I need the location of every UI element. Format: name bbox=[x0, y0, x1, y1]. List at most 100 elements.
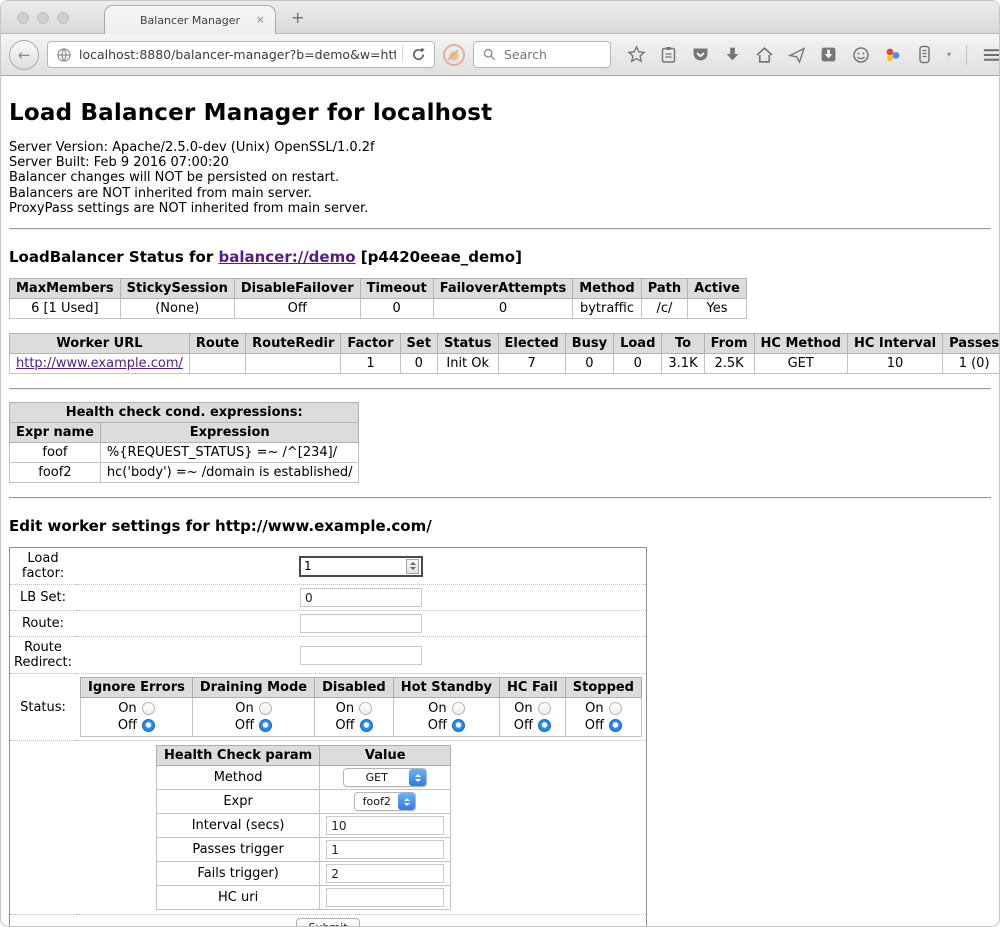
column-header: FailoverAttempts bbox=[433, 279, 573, 299]
cell-hc-method: GET bbox=[754, 354, 847, 374]
hc-fails-input[interactable] bbox=[326, 864, 444, 883]
search-input[interactable] bbox=[504, 47, 594, 62]
tab-close-icon[interactable]: × bbox=[256, 14, 265, 25]
cell-load: 0 bbox=[614, 354, 662, 374]
hc-fails-label: Fails trigger) bbox=[157, 862, 320, 886]
zoom-window-button[interactable] bbox=[57, 12, 69, 24]
column-header: Expr name bbox=[10, 423, 101, 443]
balancer-demo-link[interactable]: balancer://demo bbox=[218, 248, 355, 266]
downloads-icon[interactable] bbox=[723, 45, 742, 64]
radio-disabled-off[interactable] bbox=[360, 719, 373, 732]
hc-passes-input[interactable] bbox=[326, 840, 444, 859]
radio-draining-mode-on[interactable] bbox=[259, 702, 272, 715]
cell-expr-name: foof bbox=[10, 443, 101, 463]
menu-hamburger-icon[interactable] bbox=[982, 45, 1000, 64]
radio-hot-standby-off[interactable] bbox=[452, 719, 465, 732]
pocket-icon[interactable] bbox=[691, 45, 710, 64]
tab-balancer-manager[interactable]: Balancer Manager × bbox=[104, 5, 276, 34]
on-label: On bbox=[235, 700, 253, 717]
form-row-route-redirect: Route Redirect: bbox=[10, 637, 647, 674]
status-radio-row: On Off On Off On Off bbox=[81, 698, 642, 737]
route-redirect-input[interactable] bbox=[300, 646, 422, 665]
status-table: Ignore Errors Draining Mode Disabled Hot… bbox=[80, 677, 642, 737]
table-row: foof %{REQUEST_STATUS} =~ /^[234]/ bbox=[10, 443, 359, 463]
palette-addon-icon[interactable] bbox=[883, 45, 902, 64]
chevron-down-icon[interactable]: ▾ bbox=[947, 50, 951, 59]
bookmark-star-icon[interactable] bbox=[627, 45, 646, 64]
tab-title: Balancer Manager bbox=[140, 14, 240, 27]
hc-method-row: Method GET bbox=[157, 766, 451, 790]
radio-hot-standby-on[interactable] bbox=[452, 702, 465, 715]
route-input[interactable] bbox=[300, 614, 422, 633]
column-header: Method bbox=[573, 279, 641, 299]
search-bar[interactable] bbox=[473, 41, 611, 68]
table-row: 6 [1 Used] (None) Off 0 0 bytraffic /c/ … bbox=[10, 299, 747, 319]
proxypass-note-line: ProxyPass settings are NOT inherited fro… bbox=[9, 201, 991, 216]
form-row-submit: Submit bbox=[10, 915, 647, 927]
radio-ignore-errors-on[interactable] bbox=[142, 702, 155, 715]
url-bar[interactable] bbox=[47, 41, 435, 68]
lb-set-input[interactable] bbox=[300, 588, 422, 607]
radio-ignore-errors-off[interactable] bbox=[142, 719, 155, 732]
worker-url-link[interactable]: http://www.example.com/ bbox=[16, 356, 183, 371]
radio-hc-fail-on[interactable] bbox=[538, 702, 551, 715]
home-icon[interactable] bbox=[755, 45, 774, 64]
search-icon bbox=[480, 45, 499, 64]
hc-interval-input[interactable] bbox=[326, 816, 444, 835]
hc-expr-title: Health check cond. expressions: bbox=[10, 403, 359, 423]
url-input[interactable] bbox=[79, 47, 396, 62]
cell-route bbox=[189, 354, 245, 374]
hc-method-select[interactable]: GET bbox=[343, 768, 427, 787]
column-header: Worker URL bbox=[10, 334, 190, 354]
radio-disabled-on[interactable] bbox=[359, 702, 372, 715]
back-button[interactable]: ← bbox=[9, 40, 39, 70]
screenshot-icon[interactable] bbox=[819, 45, 838, 64]
table-title-row: Health check cond. expressions: bbox=[10, 403, 359, 423]
off-label: Off bbox=[235, 717, 254, 734]
radio-stopped-on[interactable] bbox=[609, 702, 622, 715]
window-controls bbox=[17, 12, 69, 24]
column-header: Hot Standby bbox=[393, 678, 499, 698]
reading-list-icon[interactable] bbox=[659, 45, 678, 64]
form-row-lb-set: LB Set: bbox=[10, 585, 647, 611]
form-row-health-check: Health Check param Value Method GET bbox=[10, 741, 647, 915]
container-addon-icon[interactable] bbox=[915, 45, 934, 64]
load-factor-field-wrap bbox=[299, 556, 423, 577]
hc-interval-label: Interval (secs) bbox=[157, 814, 320, 838]
server-version-line: Server Version: Apache/2.5.0-dev (Unix) … bbox=[9, 140, 991, 155]
number-spinner-icon[interactable] bbox=[406, 559, 419, 574]
cell-maxmembers: 6 [1 Used] bbox=[10, 299, 121, 319]
close-window-button[interactable] bbox=[17, 12, 29, 24]
balancer-status-table: MaxMembers StickySession DisableFailover… bbox=[9, 278, 747, 319]
load-factor-input[interactable] bbox=[301, 559, 406, 573]
minimize-window-button[interactable] bbox=[37, 12, 49, 24]
status-label: Status: bbox=[10, 674, 77, 741]
selected-option: foof2 bbox=[355, 795, 398, 808]
worker-status-table: Worker URL Route RouteRedir Factor Set S… bbox=[9, 333, 1000, 374]
select-stepper-icon bbox=[398, 793, 415, 810]
forum-smiley-icon[interactable] bbox=[851, 45, 870, 64]
status-hot-standby-cell: On Off bbox=[393, 698, 499, 737]
hc-fails-row: Fails trigger) bbox=[157, 862, 451, 886]
heading-prefix: LoadBalancer Status for bbox=[9, 248, 218, 266]
radio-stopped-off[interactable] bbox=[609, 719, 622, 732]
divider bbox=[9, 497, 991, 499]
block-content-icon[interactable] bbox=[443, 44, 465, 66]
on-label: On bbox=[118, 700, 136, 717]
health-check-expressions-table: Health check cond. expressions: Expr nam… bbox=[9, 402, 359, 483]
status-stopped-cell: On Off bbox=[565, 698, 641, 737]
reload-icon[interactable] bbox=[409, 45, 428, 64]
radio-hc-fail-off[interactable] bbox=[538, 719, 551, 732]
divider bbox=[9, 388, 991, 390]
hc-uri-input[interactable] bbox=[326, 888, 444, 907]
hc-expr-select[interactable]: foof2 bbox=[354, 792, 416, 811]
send-tab-icon[interactable] bbox=[787, 45, 806, 64]
off-label: Off bbox=[335, 717, 354, 734]
new-tab-button[interactable]: + bbox=[291, 8, 304, 27]
column-header: Route bbox=[189, 334, 245, 354]
hc-passes-label: Passes trigger bbox=[157, 838, 320, 862]
column-header: Ignore Errors bbox=[81, 678, 193, 698]
radio-draining-mode-off[interactable] bbox=[259, 719, 272, 732]
column-header: Stopped bbox=[565, 678, 641, 698]
submit-button[interactable]: Submit bbox=[296, 918, 359, 927]
